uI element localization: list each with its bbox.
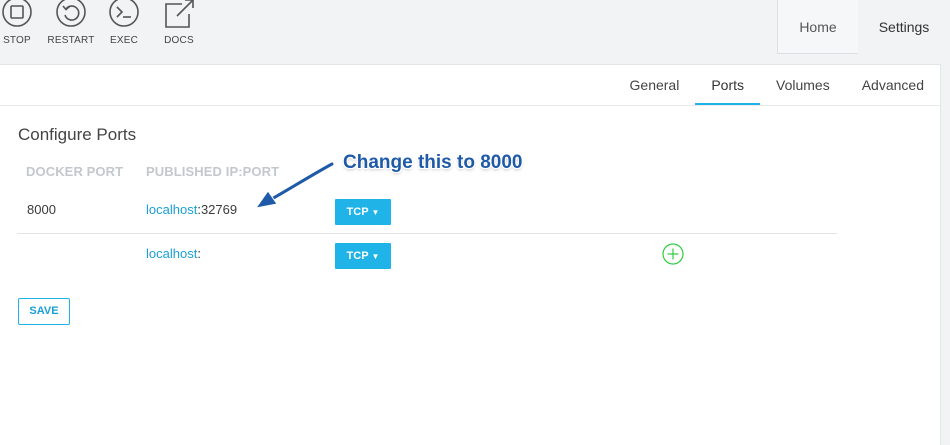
caret-down-icon: ▼ bbox=[371, 252, 380, 261]
published-port-value: 32769 bbox=[200, 202, 238, 217]
protocol-dropdown[interactable]: TCP ▼ bbox=[335, 199, 391, 225]
exec-label: EXEC bbox=[109, 35, 139, 46]
page-title: Configure Ports bbox=[18, 125, 137, 144]
container-toolbar: STOP RESTART EXEC DOCS Home Settings bbox=[0, 0, 950, 54]
annotation-text: Change this to 8000 bbox=[343, 152, 523, 173]
settings-panel: General Ports Volumes Advanced Configure… bbox=[0, 64, 941, 445]
save-button[interactable]: SAVE bbox=[18, 298, 70, 325]
tab-general[interactable]: General bbox=[614, 65, 696, 106]
docs-button[interactable]: DOCS bbox=[149, 0, 209, 46]
row-divider bbox=[17, 233, 837, 234]
docker-port-value: 8000 bbox=[27, 202, 56, 217]
stop-button[interactable]: STOP bbox=[0, 0, 47, 46]
subtabs-divider bbox=[0, 105, 940, 106]
restart-icon bbox=[56, 0, 86, 27]
settings-subtabs: General Ports Volumes Advanced bbox=[614, 65, 940, 106]
new-protocol-label: TCP bbox=[346, 250, 369, 262]
exec-button[interactable]: EXEC bbox=[94, 0, 154, 46]
stop-icon bbox=[2, 0, 32, 27]
tab-advanced[interactable]: Advanced bbox=[846, 65, 940, 106]
stop-label: STOP bbox=[3, 35, 31, 46]
docs-label: DOCS bbox=[164, 35, 194, 46]
tab-volumes[interactable]: Volumes bbox=[760, 65, 846, 106]
restart-button[interactable]: RESTART bbox=[41, 0, 101, 46]
new-published-address[interactable]: localhost: bbox=[146, 246, 201, 261]
top-tabs: Home Settings bbox=[777, 0, 950, 54]
annotation-arrow-icon bbox=[254, 161, 335, 209]
published-host: localhost bbox=[146, 202, 198, 217]
published-address[interactable]: localhost:32769 bbox=[146, 202, 237, 217]
tab-home[interactable]: Home bbox=[777, 0, 858, 54]
external-link-icon bbox=[165, 0, 194, 28]
new-protocol-dropdown[interactable]: TCP ▼ bbox=[335, 243, 391, 269]
add-port-icon[interactable] bbox=[662, 243, 684, 265]
terminal-icon bbox=[109, 0, 139, 27]
protocol-label: TCP bbox=[346, 206, 369, 218]
restart-label: RESTART bbox=[47, 35, 95, 46]
new-published-host: localhost bbox=[146, 246, 198, 261]
column-header-docker-port: DOCKER PORT bbox=[26, 164, 124, 179]
caret-down-icon: ▼ bbox=[371, 208, 380, 217]
new-published-separator: : bbox=[197, 246, 201, 261]
tab-settings[interactable]: Settings bbox=[858, 0, 950, 53]
tab-ports[interactable]: Ports bbox=[695, 65, 761, 106]
